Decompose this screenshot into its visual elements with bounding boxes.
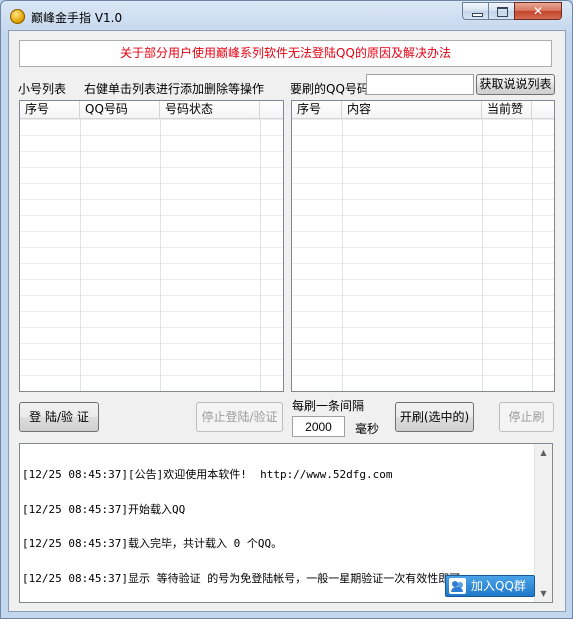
column-divider	[482, 119, 483, 391]
close-icon: ✕	[532, 4, 544, 18]
fetch-posts-button[interactable]: 获取说说列表	[476, 74, 555, 95]
minimize-button[interactable]	[462, 2, 489, 20]
column-divider	[80, 119, 81, 391]
column-header-index[interactable]: 序号	[20, 101, 80, 118]
title-bar[interactable]: 巅峰金手指 V1.0 ✕	[1, 1, 572, 31]
account-list[interactable]: 序号 QQ号码 号码状态	[19, 100, 284, 392]
login-verify-button[interactable]: 登 陆/验 证	[19, 402, 99, 432]
account-list-label: 小号列表	[18, 82, 67, 96]
target-qq-input[interactable]	[366, 74, 474, 95]
client-area: 关于部分用户使用巅峰系列软件无法登陆QQ的原因及解决办法 小号列表 右健单击列表…	[8, 30, 566, 612]
log-line: [12/25 08:45:37][公告]欢迎使用本软件! http://www.…	[22, 468, 393, 481]
log-scrollbar[interactable]: ▲ ▼	[534, 444, 552, 602]
window-title: 巅峰金手指 V1.0	[31, 11, 123, 25]
group-icon	[449, 578, 466, 594]
scroll-up-icon[interactable]: ▲	[535, 444, 552, 461]
column-header-likes[interactable]: 当前赞	[482, 101, 532, 118]
column-divider	[160, 119, 161, 391]
post-list[interactable]: 序号 内容 当前赞	[291, 100, 555, 392]
column-header-filler	[532, 101, 554, 118]
app-icon	[10, 9, 25, 24]
maximize-icon	[497, 7, 508, 17]
log-line: [12/25 08:45:37]开始载入QQ	[22, 502, 186, 516]
interval-input[interactable]	[292, 416, 345, 437]
column-header-content[interactable]: 内容	[342, 101, 482, 118]
target-qq-label: 要刷的QQ号码	[290, 82, 369, 96]
main-window: 巅峰金手指 V1.0 ✕ 关于部分用户使用巅峰系列软件无法登陆QQ的原因及解决办…	[0, 0, 573, 619]
account-list-hint: 右健单击列表进行添加删除等操作	[84, 82, 265, 96]
post-list-rows	[292, 119, 554, 391]
stop-like-button[interactable]: 停止刷	[499, 402, 554, 432]
close-button[interactable]: ✕	[514, 2, 562, 20]
account-list-rows	[20, 119, 283, 391]
notice-link[interactable]: 关于部分用户使用巅峰系列软件无法登陆QQ的原因及解决办法	[19, 40, 552, 67]
column-divider	[532, 119, 533, 391]
column-header-qq[interactable]: QQ号码	[80, 101, 160, 118]
column-header-status[interactable]: 号码状态	[160, 101, 260, 118]
scroll-down-icon[interactable]: ▼	[535, 585, 552, 602]
column-divider	[342, 119, 343, 391]
minimize-icon	[472, 13, 483, 17]
account-list-header: 序号 QQ号码 号码状态	[20, 101, 283, 119]
interval-unit-label: 毫秒	[355, 422, 380, 436]
join-qq-group-label: 加入QQ群	[471, 579, 526, 593]
column-header-filler	[260, 101, 283, 118]
stop-login-button[interactable]: 停止登陆/验证	[196, 402, 283, 432]
column-divider	[260, 119, 261, 391]
join-qq-group-button[interactable]: 加入QQ群	[445, 575, 535, 597]
post-list-header: 序号 内容 当前赞	[292, 101, 554, 119]
log-line: [12/25 08:45:37]载入完毕，共计载入 0 个QQ。	[22, 537, 283, 550]
column-header-index[interactable]: 序号	[292, 101, 342, 118]
interval-label: 每刷一条间隔	[292, 399, 365, 413]
start-like-button[interactable]: 开刷(选中的)	[395, 402, 474, 432]
maximize-button[interactable]	[488, 2, 515, 20]
